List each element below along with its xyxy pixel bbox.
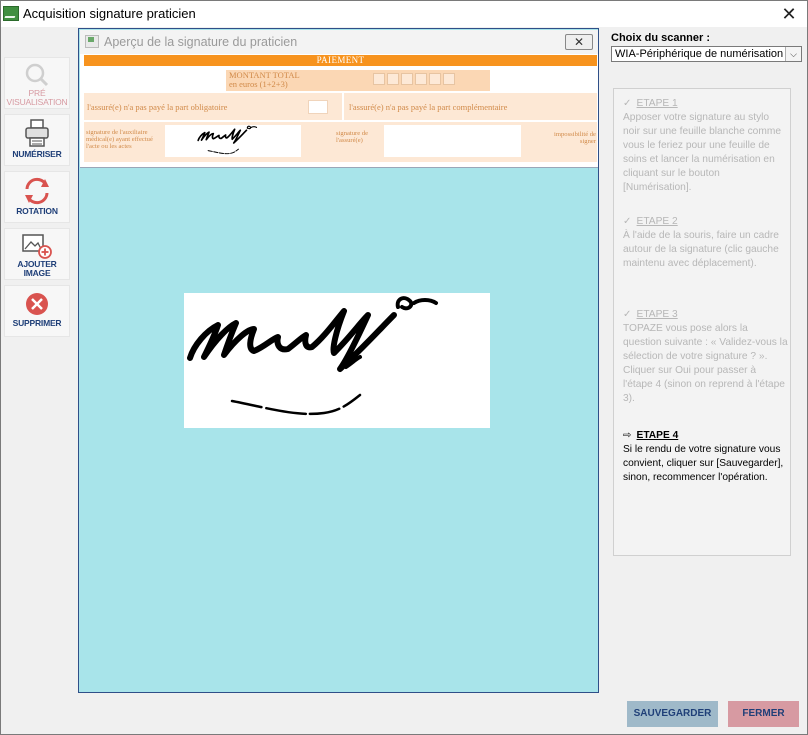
title-bar: Acquisition signature praticien ✕ xyxy=(1,1,807,27)
check-icon: ✓ xyxy=(623,216,632,227)
preview-title: Aperçu de la signature du praticien xyxy=(104,35,298,49)
step-2: ✓ ETAPE 2 À l'aide de la souris, faire un… xyxy=(623,215,788,271)
step-1-title: ETAPE 1 xyxy=(636,98,678,109)
check-icon: ✓ xyxy=(623,309,632,320)
instructions-panel: ✓ ETAPE 1 Apposer votre signature au styl… xyxy=(613,88,791,556)
window-title: Acquisition signature praticien xyxy=(23,6,196,21)
left-toolbar: PRÉ VISUALISATION NUMÉRISER ROTATION AJO… xyxy=(4,57,70,342)
part-obligatoire-label: l'assuré(e) n'a pas payé la part obligat… xyxy=(87,102,228,112)
rotate-icon xyxy=(25,177,49,205)
signature-preview-window: Aperçu de la signature du praticien ✕ PA… xyxy=(80,30,598,168)
step-2-text: À l'aide de la souris, faire un cadre au… xyxy=(623,230,779,269)
supprimer-button[interactable]: SUPPRIMER xyxy=(4,285,70,337)
ajouter-image-label-2: IMAGE xyxy=(23,268,51,278)
previsualisation-label-2: VISUALISATION xyxy=(6,97,68,107)
scanned-signature-panel[interactable] xyxy=(184,293,490,428)
small-signature-image xyxy=(197,125,258,155)
preview-close-button[interactable]: ✕ xyxy=(565,34,593,50)
sig-assure-label: signature de l'assuré(e) xyxy=(336,130,369,144)
part-complementaire-label: l'assuré(e) n'a pas payé la part complém… xyxy=(349,102,508,112)
numeriser-label: NUMÉRISER xyxy=(12,149,62,159)
scanner-select[interactable]: WIA-Périphérique de numérisation ⌵ xyxy=(611,46,802,62)
step-2-title: ETAPE 2 xyxy=(636,216,678,227)
impossibilite-label: impossibilité de signer xyxy=(554,131,596,145)
window-close-button[interactable]: ✕ xyxy=(777,3,801,25)
step-1: ✓ ETAPE 1 Apposer votre signature au styl… xyxy=(623,97,788,195)
step-3-text: TOPAZE vous pose alors la question suiva… xyxy=(623,323,788,404)
montant-total-sublabel: en euros (1+2+3) xyxy=(229,79,288,89)
delete-icon xyxy=(26,293,48,315)
app-icon xyxy=(3,6,19,21)
part-row: l'assuré(e) n'a pas payé la part obligat… xyxy=(84,93,597,120)
step-1-text: Apposer votre signature au stylo noir su… xyxy=(623,112,781,193)
fermer-button[interactable]: FERMER xyxy=(728,701,799,727)
feuille-de-soins-form: PAIEMENT MONTANT TOTAL en euros (1+2+3) … xyxy=(84,55,597,167)
arrow-right-icon: ⇨ xyxy=(623,430,632,441)
check-icon: ✓ xyxy=(623,98,632,109)
preview-title-bar: Aperçu de la signature du praticien ✕ xyxy=(80,30,598,54)
preview-pane: Aperçu de la signature du praticien ✕ PA… xyxy=(78,28,599,693)
magnifier-icon xyxy=(25,63,49,87)
scanner-selected-value: WIA-Périphérique de numérisation xyxy=(615,48,784,60)
signature-row: signature de l'auxiliaire médical(e) aya… xyxy=(84,122,597,162)
montant-row: MONTANT TOTAL en euros (1+2+3) xyxy=(84,66,597,92)
signature-image xyxy=(187,296,438,416)
scanner-label: Choix du scanner : xyxy=(611,32,711,44)
previsualisation-button[interactable]: PRÉ VISUALISATION xyxy=(4,57,70,109)
montant-total-field: MONTANT TOTAL en euros (1+2+3) xyxy=(226,70,490,91)
rotation-label: ROTATION xyxy=(16,206,58,216)
rotation-button[interactable]: ROTATION xyxy=(4,171,70,223)
step-4-title: ETAPE 4 xyxy=(636,430,679,441)
step-4-text: Si le rendu de votre signature vous conv… xyxy=(623,444,784,483)
step-3: ✓ ETAPE 3 TOPAZE vous pose alors la quest… xyxy=(623,308,788,406)
supprimer-label: SUPPRIMER xyxy=(12,318,62,328)
add-image-icon xyxy=(22,234,52,259)
part-obligatoire-checkbox xyxy=(308,100,328,114)
small-signature-box xyxy=(165,125,301,157)
paiement-header: PAIEMENT xyxy=(84,55,597,66)
scanner-icon xyxy=(25,119,49,147)
chevron-down-icon[interactable]: ⌵ xyxy=(785,47,801,61)
sig-auxiliaire-label: signature de l'auxiliaire médical(e) aya… xyxy=(86,129,153,150)
montant-digit-boxes xyxy=(373,73,457,85)
numeriser-button[interactable]: NUMÉRISER xyxy=(4,114,70,166)
ajouter-image-button[interactable]: AJOUTER IMAGE xyxy=(4,228,70,280)
sauvegarder-button[interactable]: SAUVEGARDER xyxy=(627,701,718,727)
preview-app-icon xyxy=(85,35,99,48)
assure-signature-box xyxy=(384,125,521,157)
step-4: ⇨ ETAPE 4 Si le rendu de votre signature … xyxy=(623,429,788,485)
acquisition-window: Acquisition signature praticien ✕ PRÉ VI… xyxy=(0,0,808,735)
step-3-title: ETAPE 3 xyxy=(636,309,678,320)
